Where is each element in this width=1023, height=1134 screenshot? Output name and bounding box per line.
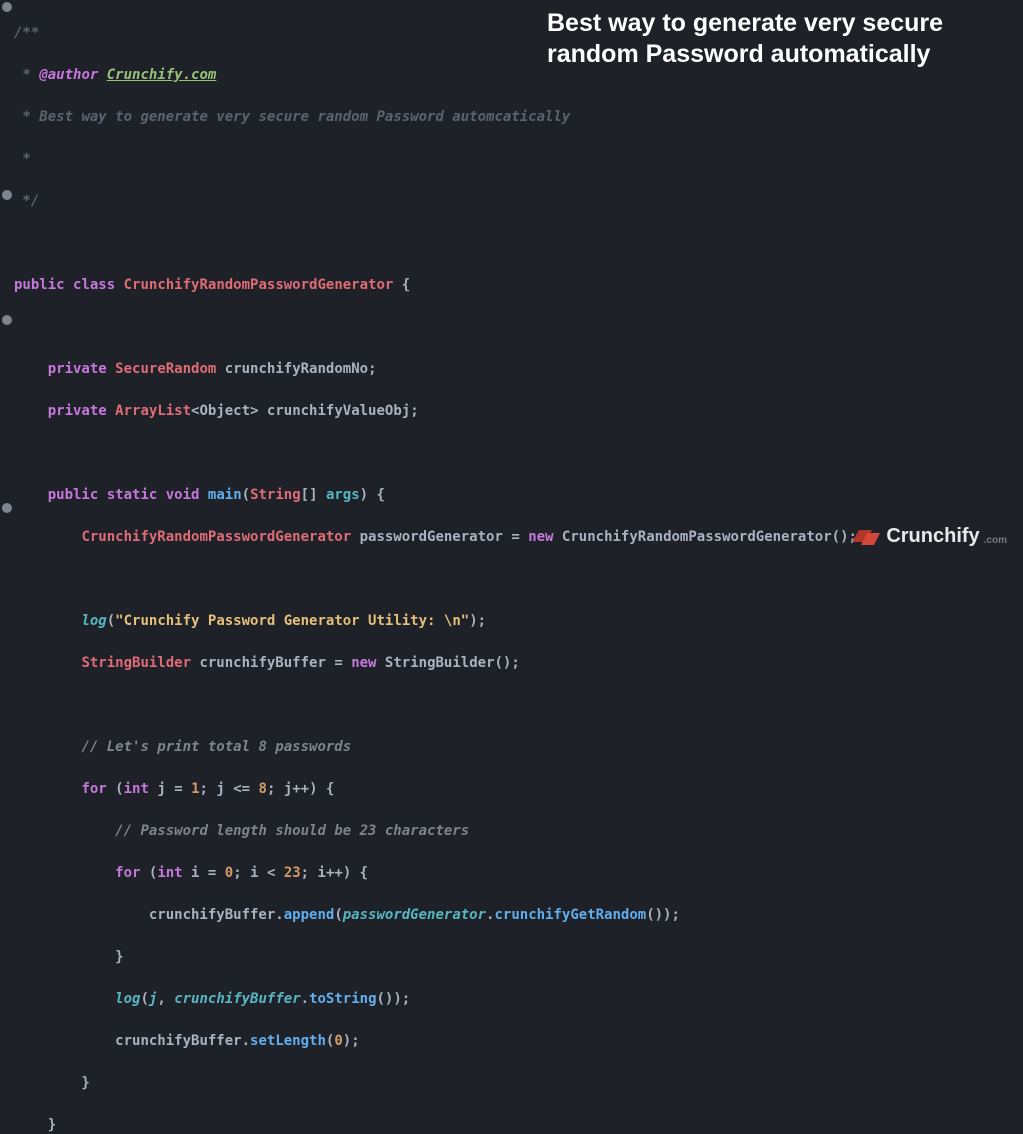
fold-marker-ctor[interactable] — [2, 503, 12, 513]
overlay-title: Best way to generate very secure random … — [547, 8, 1007, 71]
fold-marker-main[interactable] — [2, 190, 12, 200]
code-line — [14, 569, 1023, 590]
code-line: // Let's print total 8 passwords — [14, 737, 1023, 758]
code-line: public class CrunchifyRandomPasswordGene… — [14, 275, 1023, 296]
fold-marker-for-outer[interactable] — [2, 315, 12, 325]
code-line: log("Crunchify Password Generator Utilit… — [14, 611, 1023, 632]
code-line: } — [14, 947, 1023, 968]
code-line: crunchifyBuffer.append(passwordGenerator… — [14, 905, 1023, 926]
code-line: crunchifyBuffer.setLength(0); — [14, 1031, 1023, 1052]
brand-mark-icon — [852, 527, 880, 545]
code-editor: /** * @author Crunchify.com * Best way t… — [0, 0, 1023, 567]
code-line — [14, 695, 1023, 716]
code-area[interactable]: /** * @author Crunchify.com * Best way t… — [14, 0, 1023, 567]
code-line: // Password length should be 23 characte… — [14, 821, 1023, 842]
gutter — [0, 0, 14, 567]
code-line: public static void main(String[] args) { — [14, 485, 1023, 506]
brand-name: Crunchify — [886, 521, 979, 551]
code-line — [14, 443, 1023, 464]
code-line: for (int i = 0; i < 23; i++) { — [14, 863, 1023, 884]
code-line: private ArrayList<Object> crunchifyValue… — [14, 401, 1023, 422]
code-line — [14, 317, 1023, 338]
brand-logo: Crunchify .com — [852, 521, 1007, 551]
code-line: * — [14, 149, 1023, 170]
code-line — [14, 233, 1023, 254]
code-line: for (int j = 1; j <= 8; j++) { — [14, 779, 1023, 800]
fold-marker-doc[interactable] — [2, 2, 12, 12]
code-line: } — [14, 1073, 1023, 1094]
code-line: log(j, crunchifyBuffer.toString()); — [14, 989, 1023, 1010]
code-line: */ — [14, 191, 1023, 212]
brand-suffix: .com — [984, 533, 1007, 548]
code-line: StringBuilder crunchifyBuffer = new Stri… — [14, 653, 1023, 674]
code-line: private SecureRandom crunchifyRandomNo; — [14, 359, 1023, 380]
code-line: } — [14, 1115, 1023, 1134]
code-line: * Best way to generate very secure rando… — [14, 107, 1023, 128]
